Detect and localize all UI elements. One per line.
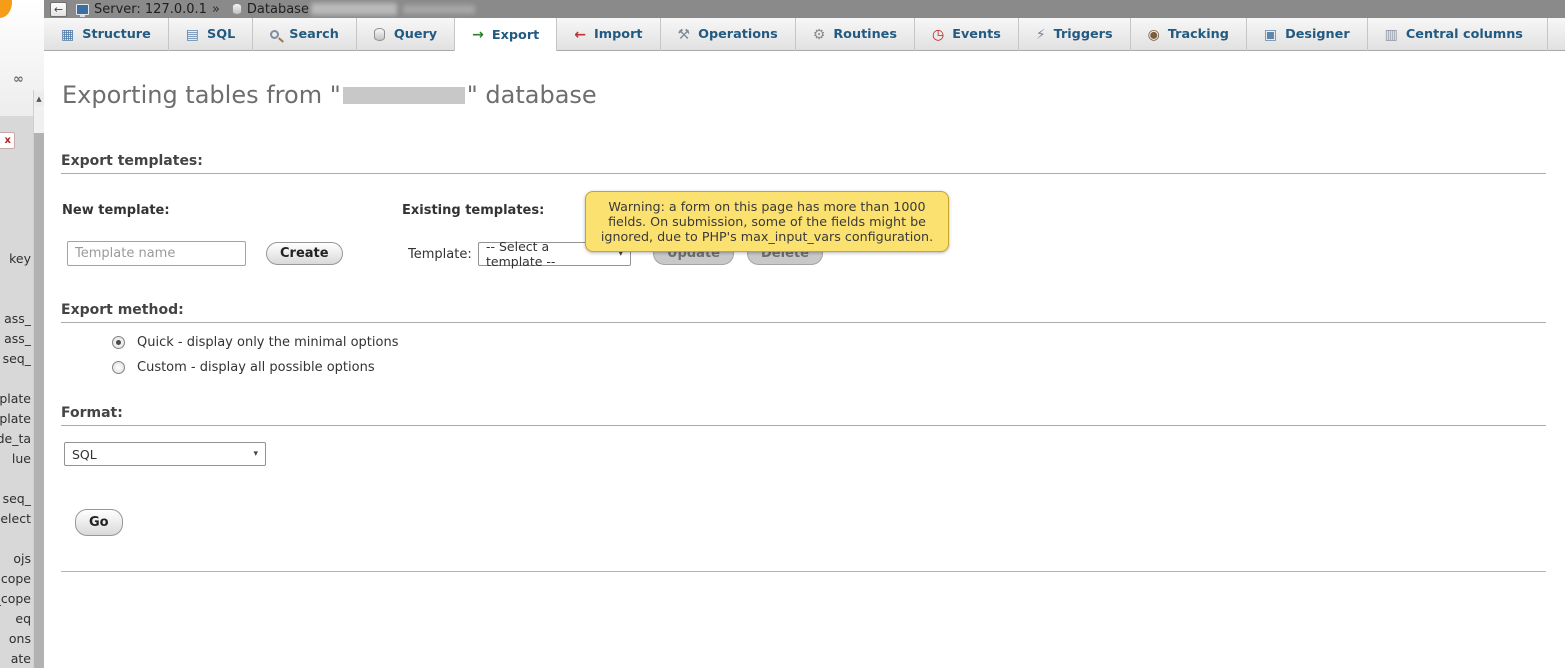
sidebar-table-item[interactable]: de_ta bbox=[0, 431, 31, 446]
breadcrumb-server[interactable]: Server: 127.0.0.1 bbox=[94, 2, 207, 17]
sidebar-table-item[interactable]: _ass bbox=[0, 311, 31, 326]
structure-icon: ▦ bbox=[61, 28, 74, 42]
tab-label: Operations bbox=[698, 27, 778, 42]
sidebar-table-item[interactable]: ate bbox=[0, 651, 31, 666]
export-method-option[interactable]: Quick - display only the minimal options bbox=[112, 335, 399, 350]
sidebar-table-item[interactable]: lue bbox=[0, 451, 31, 466]
bottom-divider bbox=[61, 571, 1546, 572]
main-content: Exporting tables from " " database Export… bbox=[44, 51, 1565, 668]
format-select[interactable]: SQL ▾ bbox=[64, 442, 266, 466]
chevron-down-icon: ▾ bbox=[253, 449, 258, 459]
tab-query[interactable]: Query bbox=[357, 18, 455, 51]
tab-tracking[interactable]: ◉ Tracking bbox=[1131, 18, 1247, 51]
wrench-icon: ⚒ bbox=[678, 28, 691, 42]
server-breadcrumb-bar: ← Server: 127.0.0.1 » Database bbox=[44, 0, 1565, 18]
template-name-input[interactable] bbox=[67, 241, 246, 266]
sidebar-table-item[interactable]: _seq bbox=[0, 491, 31, 506]
sidebar-table-item[interactable]: key bbox=[0, 251, 31, 266]
sidebar-table-item[interactable]: _seq bbox=[0, 351, 31, 366]
blurred-database-name bbox=[311, 3, 397, 15]
sql-icon: ▤ bbox=[186, 28, 199, 42]
tab-label: Import bbox=[594, 27, 642, 42]
tab-label: Designer bbox=[1285, 27, 1350, 42]
tab-label: Triggers bbox=[1054, 27, 1113, 42]
export-icon: → bbox=[472, 28, 484, 42]
tab-import[interactable]: ← Import bbox=[557, 18, 660, 51]
tab-sql[interactable]: ▤ SQL bbox=[169, 18, 253, 51]
link-icon: ∞ bbox=[13, 72, 24, 87]
tab-label: Export bbox=[492, 28, 539, 43]
export-method-option[interactable]: Custom - display all possible options bbox=[112, 360, 375, 375]
breadcrumb-separator: » bbox=[212, 2, 220, 17]
sidebar-table-item[interactable]: plate_ bbox=[0, 411, 31, 426]
sidebar-table-item[interactable]: select bbox=[0, 511, 31, 526]
tab-label: Central columns bbox=[1406, 27, 1523, 42]
tab-label: Routines bbox=[833, 27, 897, 42]
sidebar-table-item[interactable]: ojs bbox=[0, 551, 31, 566]
sidebar-table-item[interactable]: cope_ bbox=[0, 591, 31, 606]
tab-operations[interactable]: ⚒ Operations bbox=[661, 18, 796, 51]
export-method-heading: Export method: bbox=[61, 302, 1546, 323]
sidebar-table-item[interactable]: ons bbox=[0, 631, 31, 646]
phpmyadmin-export-page: ∞ x ▲ key_ass_ass_seqplateplate_de_talue… bbox=[0, 0, 1565, 668]
gears-icon: ⚙ bbox=[813, 28, 826, 42]
title-prefix: Exporting tables from " bbox=[62, 81, 341, 109]
search-icon bbox=[270, 30, 279, 39]
tab-label: Query bbox=[394, 27, 437, 42]
tab-export[interactable]: → Export bbox=[455, 18, 557, 52]
radio-label: Custom - display all possible options bbox=[137, 360, 375, 375]
trigger-bolt-icon: ⚡ bbox=[1036, 28, 1046, 42]
database-cylinder-icon bbox=[232, 3, 242, 15]
radio-label: Quick - display only the minimal options bbox=[137, 335, 399, 350]
tab-label: Tracking bbox=[1168, 27, 1229, 42]
eye-icon: ◉ bbox=[1148, 28, 1160, 42]
go-button[interactable]: Go bbox=[75, 509, 123, 536]
central-columns-icon: ▥ bbox=[1385, 28, 1398, 42]
clear-filter-button[interactable]: x bbox=[0, 132, 15, 149]
tab-routines[interactable]: ⚙ Routines bbox=[796, 18, 915, 51]
blurred-breadcrumb-tail bbox=[403, 5, 475, 14]
clock-icon: ◷ bbox=[932, 28, 944, 42]
tab-search[interactable]: Search bbox=[253, 18, 357, 51]
radio-selected-icon[interactable] bbox=[112, 336, 125, 349]
query-icon bbox=[374, 28, 385, 41]
breadcrumb-database[interactable]: Database bbox=[247, 2, 309, 17]
tab-label: Search bbox=[289, 27, 339, 42]
scroll-up-button[interactable]: ▲ bbox=[34, 92, 44, 106]
sidebar-table-item[interactable]: eq bbox=[0, 611, 31, 626]
max-input-vars-warning-tooltip: Warning: a form on this page has more th… bbox=[585, 191, 949, 252]
tab-label: SQL bbox=[207, 27, 235, 42]
format-heading: Format: bbox=[61, 405, 1546, 426]
tab-bar: ▦ Structure ▤ SQL Search Query → Export ← Import ⚒… bbox=[44, 18, 1565, 51]
page-title: Exporting tables from " " database bbox=[62, 81, 597, 109]
tab-triggers[interactable]: ⚡ Triggers bbox=[1019, 18, 1131, 51]
blurred-database-name bbox=[343, 87, 465, 104]
radio-unselected-icon[interactable] bbox=[112, 361, 125, 374]
export-templates-heading: Export templates: bbox=[61, 153, 1546, 174]
title-suffix: " database bbox=[467, 81, 597, 109]
designer-nodes-icon: ▣ bbox=[1264, 28, 1277, 42]
navigation-sidebar: ∞ x ▲ key_ass_ass_seqplateplate_de_talue… bbox=[0, 0, 44, 668]
create-template-button[interactable]: Create bbox=[266, 242, 343, 265]
sidebar-table-item[interactable]: cope bbox=[0, 571, 31, 586]
back-button[interactable]: ← bbox=[50, 2, 67, 17]
format-select-value: SQL bbox=[72, 447, 97, 462]
new-template-label: New template: bbox=[62, 203, 170, 218]
tab-label: Events bbox=[952, 27, 1001, 42]
existing-templates-label: Existing templates: bbox=[402, 203, 544, 218]
sidebar-scrollbar[interactable]: ▲ bbox=[33, 90, 44, 668]
sidebar-table-item[interactable]: plate bbox=[0, 391, 31, 406]
tab-designer[interactable]: ▣ Designer bbox=[1247, 18, 1368, 51]
import-icon: ← bbox=[574, 28, 586, 42]
sidebar-table-item[interactable]: _ass bbox=[0, 331, 31, 346]
tab-label: Structure bbox=[82, 27, 151, 42]
tab-central-columns[interactable]: ▥ Central columns bbox=[1368, 18, 1548, 51]
tab-events[interactable]: ◷ Events bbox=[915, 18, 1019, 51]
server-monitor-icon bbox=[76, 4, 89, 15]
template-label: Template: bbox=[408, 247, 472, 262]
scrollbar-thumb[interactable] bbox=[34, 133, 44, 668]
tab-structure[interactable]: ▦ Structure bbox=[44, 18, 169, 51]
